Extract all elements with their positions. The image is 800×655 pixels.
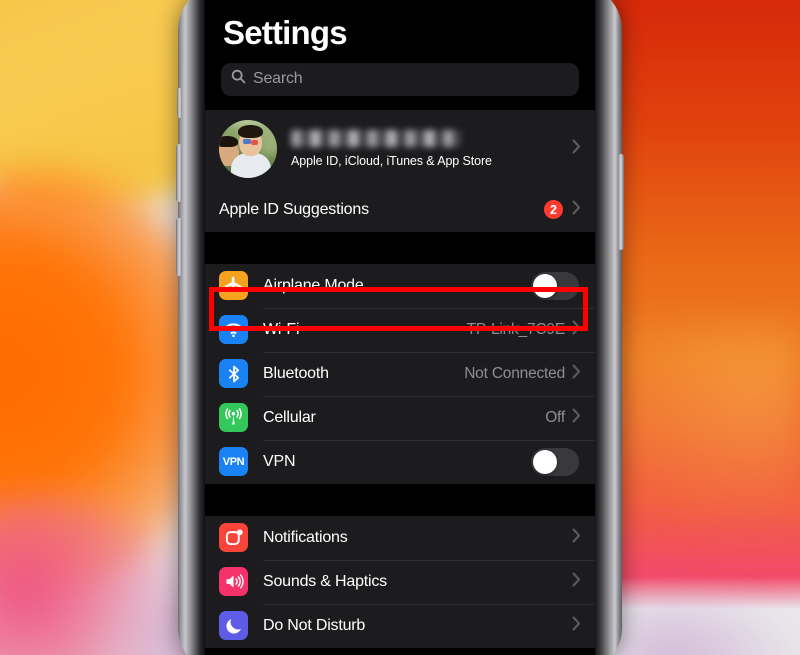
power-button[interactable] — [618, 154, 624, 250]
row-label: Bluetooth — [263, 364, 329, 382]
wifi-icon — [219, 315, 248, 345]
connectivity-group: Airplane Mode Wi-Fi TP-Link_7C9E Bluetoo… — [205, 263, 595, 484]
row-value: Off — [545, 408, 565, 426]
settings-header: Settings Search — [205, 0, 595, 96]
apple-id-suggestions-row[interactable]: Apple ID Suggestions 2 — [205, 188, 595, 232]
row-label: Notifications — [263, 528, 348, 546]
suggestions-label: Apple ID Suggestions — [219, 200, 369, 218]
row-wifi[interactable]: Wi-Fi TP-Link_7C9E — [205, 307, 595, 352]
mute-switch[interactable] — [177, 88, 182, 118]
search-input[interactable]: Search — [221, 62, 579, 96]
section-gap — [205, 231, 595, 264]
row-label: Airplane Mode — [263, 276, 364, 294]
row-cellular[interactable]: Cellular Off — [205, 395, 595, 440]
row-label: Cellular — [263, 408, 316, 426]
settings-app: Settings Search Apple ID, iCloud, iTunes… — [205, 0, 595, 655]
notifications-group: Notifications Sounds & Haptics Do Not Di… — [205, 515, 595, 648]
bluetooth-icon — [219, 359, 248, 389]
avatar[interactable] — [219, 119, 277, 178]
vpn-icon-label: VPN — [222, 455, 245, 468]
chevron-right-icon — [572, 320, 581, 340]
search-icon — [231, 69, 246, 89]
row-vpn[interactable]: VPN VPN — [205, 439, 595, 484]
row-label: VPN — [263, 452, 296, 470]
chevron-right-icon — [572, 139, 581, 159]
airplane-mode-toggle[interactable] — [531, 271, 579, 300]
airplane-icon — [219, 271, 248, 301]
phone-screen: Settings Search Apple ID, iCloud, iTunes… — [205, 0, 595, 655]
phone-device: Settings Search Apple ID, iCloud, iTunes… — [176, 0, 624, 655]
chevron-right-icon — [572, 200, 581, 220]
chevron-right-icon — [572, 408, 581, 428]
status-badge: 2 — [544, 200, 563, 220]
chevron-right-icon — [572, 364, 581, 384]
chevron-right-icon — [572, 616, 581, 636]
apple-id-text: Apple ID, iCloud, iTunes & App Store — [291, 129, 572, 168]
account-name-redacted — [291, 129, 461, 147]
row-label: Wi-Fi — [263, 320, 300, 338]
row-value: TP-Link_7C9E — [466, 320, 566, 338]
search-placeholder: Search — [253, 70, 303, 88]
account-group: Apple ID, iCloud, iTunes & App Store App… — [205, 109, 595, 232]
vpn-toggle[interactable] — [531, 447, 579, 476]
moon-icon — [219, 611, 248, 641]
volume-up-button[interactable] — [176, 144, 182, 202]
apple-id-row[interactable]: Apple ID, iCloud, iTunes & App Store — [205, 110, 595, 188]
speaker-icon — [219, 567, 248, 597]
notifications-icon — [219, 523, 248, 553]
row-sounds-haptics[interactable]: Sounds & Haptics — [205, 559, 595, 604]
row-label: Do Not Disturb — [263, 616, 366, 634]
row-bluetooth[interactable]: Bluetooth Not Connected — [205, 351, 595, 396]
page-title: Settings — [223, 14, 348, 51]
cellular-antenna-icon — [219, 403, 248, 433]
row-label: Sounds & Haptics — [263, 572, 387, 590]
row-airplane-mode[interactable]: Airplane Mode — [205, 264, 595, 308]
volume-down-button[interactable] — [176, 218, 182, 276]
row-notifications[interactable]: Notifications — [205, 516, 595, 560]
wallpaper-lavender-blob — [620, 585, 800, 655]
vpn-icon: VPN — [219, 447, 248, 477]
row-do-not-disturb[interactable]: Do Not Disturb — [205, 603, 595, 648]
chevron-right-icon — [572, 528, 581, 548]
row-value: Not Connected — [464, 364, 565, 382]
screenshot-scene: Settings Search Apple ID, iCloud, iTunes… — [0, 0, 800, 655]
section-gap — [205, 483, 595, 516]
apple-id-subtitle: Apple ID, iCloud, iTunes & App Store — [291, 153, 492, 168]
chevron-right-icon — [572, 572, 581, 592]
